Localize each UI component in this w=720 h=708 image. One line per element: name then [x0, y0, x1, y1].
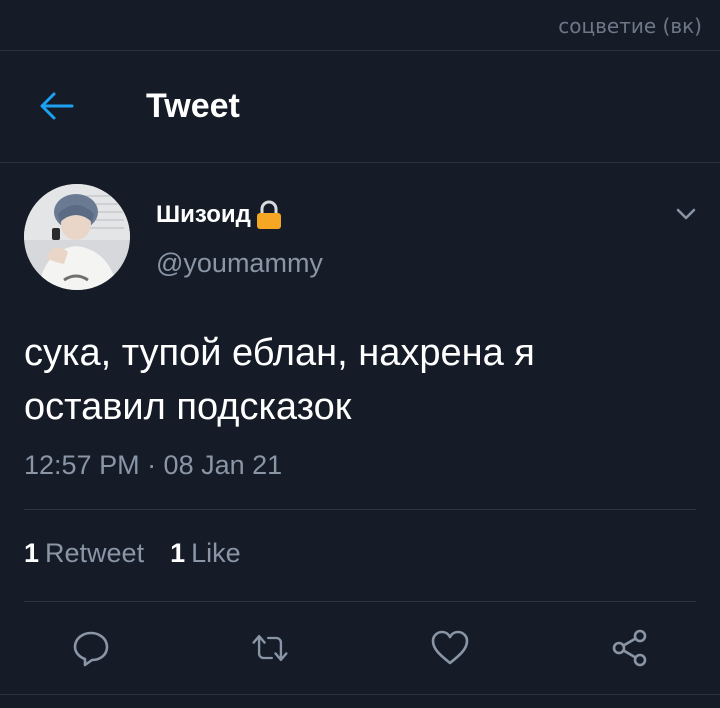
- tweet-stats: 1 Retweet 1 Like: [24, 538, 241, 569]
- share-button[interactable]: [610, 628, 650, 668]
- divider: [0, 162, 720, 163]
- like-icon: [431, 630, 469, 665]
- page-title: Tweet: [146, 87, 240, 125]
- timestamp: 12:57 PM · 08 Jan 21: [24, 450, 283, 480]
- share-icon: [612, 629, 647, 667]
- retweet-button[interactable]: [250, 628, 290, 668]
- divider: [0, 694, 720, 695]
- header-bar: Tweet: [0, 51, 720, 162]
- display-name-text: Шизоид: [156, 201, 251, 228]
- tweet-text-line: оставил подсказок: [24, 386, 352, 428]
- reply-button[interactable]: [71, 628, 111, 668]
- display-name[interactable]: Шизоид: [156, 200, 283, 230]
- tweet-text: сука, тупой еблан, нахрена я оставил под…: [24, 326, 694, 434]
- more-options-button[interactable]: [672, 200, 700, 228]
- tweet-text-line: сука, тупой еблан, нахрена я: [24, 332, 535, 374]
- likes-stat[interactable]: 1 Like: [170, 538, 241, 569]
- username[interactable]: @youmammy: [156, 248, 323, 279]
- likes-count: 1: [170, 538, 186, 568]
- retweets-label: Retweet: [45, 538, 145, 568]
- divider: [24, 601, 696, 602]
- divider: [24, 509, 696, 510]
- avatar[interactable]: [24, 184, 130, 290]
- likes-label: Like: [191, 538, 241, 568]
- like-button[interactable]: [430, 628, 470, 668]
- retweet-icon: [252, 635, 288, 661]
- back-button[interactable]: [36, 88, 76, 124]
- reply-icon: [73, 631, 109, 667]
- watermark-text: соцветие (вк): [558, 14, 702, 38]
- tweet-detail-screen: соцветие (вк) Tweet Шизоид @youmammy сук…: [0, 0, 720, 708]
- arrow-left-icon: [40, 92, 74, 120]
- lock-icon: [256, 200, 281, 229]
- avatar-image: [24, 184, 130, 290]
- chevron-down-icon: [676, 208, 696, 220]
- retweets-count: 1: [24, 538, 40, 568]
- retweets-stat[interactable]: 1 Retweet: [24, 538, 144, 569]
